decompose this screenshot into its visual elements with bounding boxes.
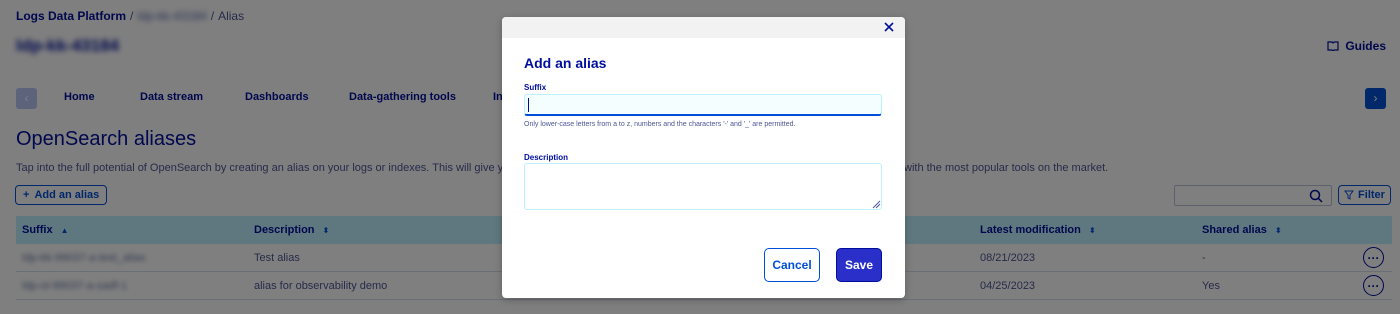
modal-title: Add an alias	[524, 55, 607, 71]
description-label: Description	[524, 153, 569, 162]
add-alias-modal: Add an alias Suffix Only lower-case lett…	[502, 17, 905, 298]
description-textarea[interactable]	[524, 163, 882, 210]
text-cursor	[528, 98, 529, 112]
save-button[interactable]: Save	[836, 248, 882, 282]
close-icon[interactable]	[881, 19, 897, 35]
suffix-input[interactable]	[524, 94, 882, 116]
suffix-hint: Only lower-case letters from a to z, num…	[524, 121, 796, 128]
modal-header	[502, 17, 905, 38]
resize-handle-icon[interactable]	[871, 199, 881, 209]
suffix-label: Suffix	[524, 83, 547, 92]
cancel-button[interactable]: Cancel	[764, 248, 820, 282]
